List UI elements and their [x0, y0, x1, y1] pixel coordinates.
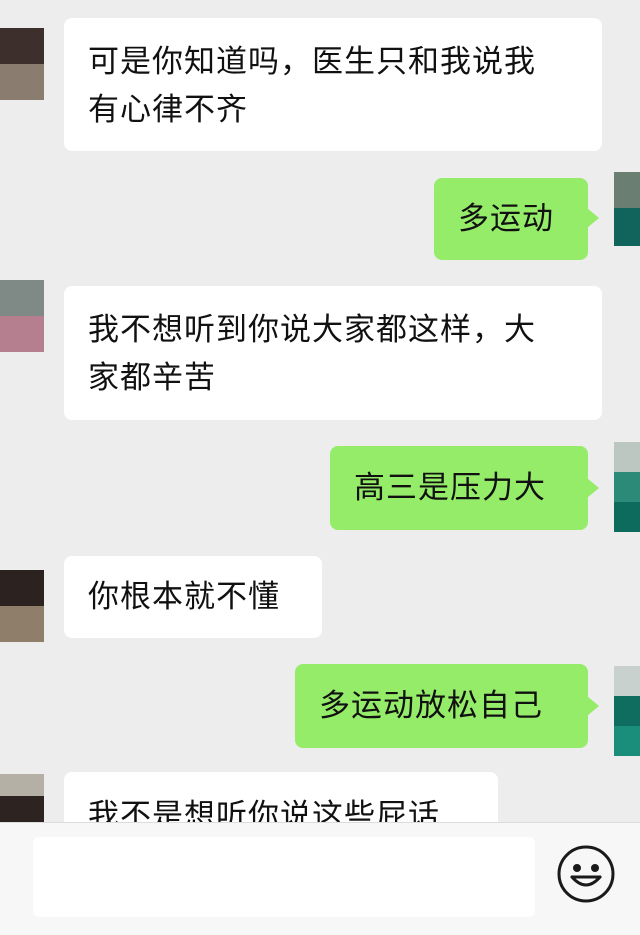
bubble-tail — [587, 478, 599, 498]
message-bubble-sent[interactable]: 高三是压力大 — [330, 446, 599, 530]
message-text: 高三是压力大 — [354, 470, 546, 506]
message-bubble-received[interactable]: 可是你知道吗，医生只和我说我 有心律不齐 — [64, 18, 602, 151]
message-input[interactable] — [33, 837, 535, 917]
bubble-tail — [587, 208, 599, 228]
user-avatar[interactable] — [614, 666, 640, 756]
message-bubble-received[interactable]: 我不想听到你说大家都这样，大 家都辛苦 — [64, 286, 602, 420]
contact-avatar[interactable] — [0, 570, 44, 642]
contact-avatar[interactable] — [0, 280, 44, 352]
contact-avatar[interactable] — [0, 774, 44, 822]
user-avatar[interactable] — [614, 172, 640, 246]
message-bubble-sent[interactable]: 多运动放松自己 — [295, 664, 599, 748]
chat-input-bar — [0, 822, 640, 935]
message-row-sent: 高三是压力大 — [0, 430, 640, 540]
message-row-received: 可是你知道吗，医生只和我说我 有心律不齐 — [0, 0, 640, 160]
message-bubble-sent[interactable]: 多运动 — [434, 178, 599, 260]
message-row-received: 你根本就不懂 — [0, 540, 640, 650]
message-row-received: 我不是想听你说这些屁话 — [0, 760, 640, 822]
user-avatar[interactable] — [614, 442, 640, 532]
message-text: 多运动 — [458, 201, 554, 237]
message-text: 多运动放松自己 — [319, 688, 543, 724]
contact-avatar[interactable] — [0, 28, 44, 100]
emoji-button[interactable] — [555, 843, 617, 905]
message-row-sent: 多运动 — [0, 160, 640, 270]
bubble-tail — [587, 696, 599, 716]
message-text: 可是你知道吗，医生只和我说我 有心律不齐 — [88, 44, 536, 128]
message-text: 我不是想听你说这些屁话 — [88, 798, 440, 822]
smiley-face-icon — [557, 845, 615, 903]
message-row-sent: 多运动放松自己 — [0, 650, 640, 760]
chat-message-list[interactable]: 可是你知道吗，医生只和我说我 有心律不齐 多运动 我不想听到你说大家都这样，大 … — [0, 0, 640, 822]
message-text: 我不想听到你说大家都这样，大 家都辛苦 — [88, 312, 536, 396]
message-bubble-received[interactable]: 我不是想听你说这些屁话 — [64, 772, 498, 822]
message-text: 你根本就不懂 — [88, 579, 280, 615]
message-row-received: 我不想听到你说大家都这样，大 家都辛苦 — [0, 270, 640, 430]
message-bubble-received[interactable]: 你根本就不懂 — [64, 556, 322, 638]
